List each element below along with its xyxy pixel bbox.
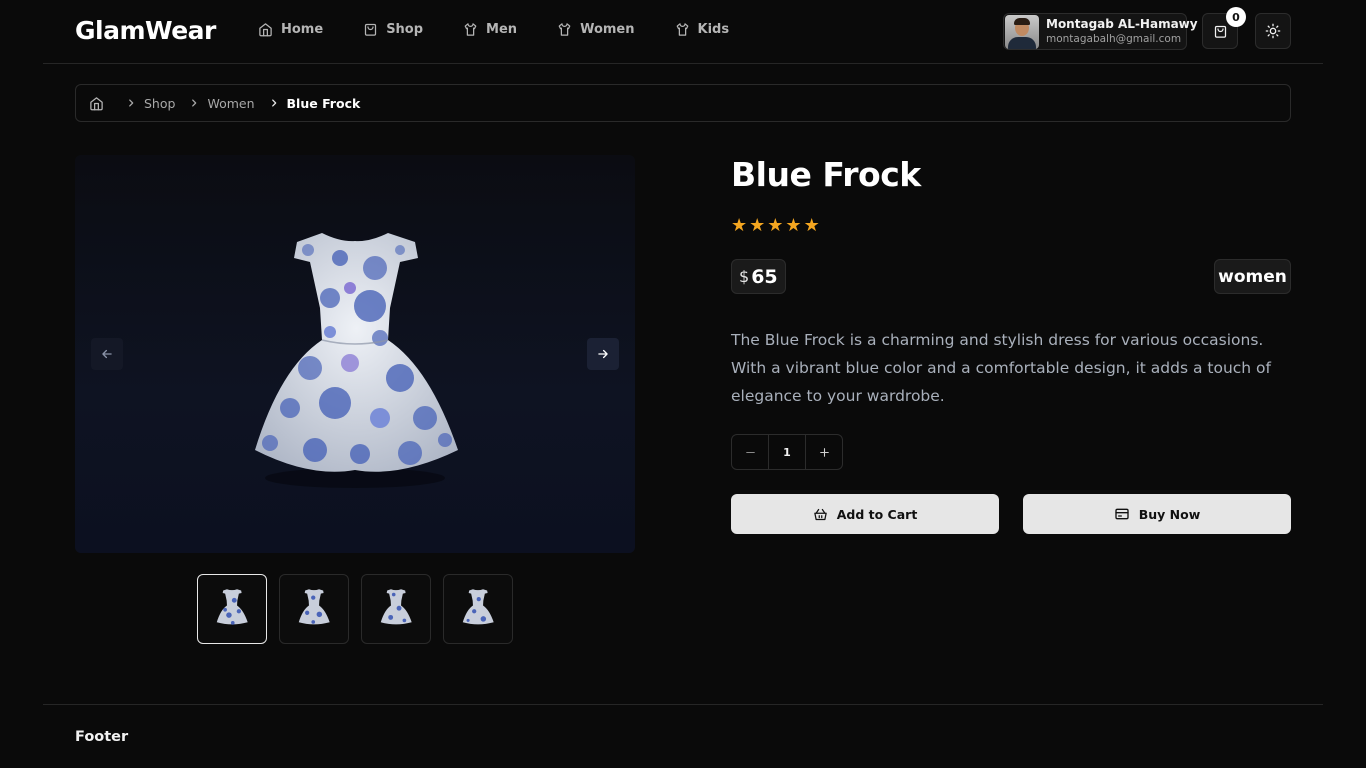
breadcrumb-home[interactable] — [89, 96, 112, 111]
home-icon — [259, 23, 272, 37]
quantity-value[interactable]: 1 — [768, 435, 806, 469]
arrow-right-icon — [598, 349, 608, 359]
main-nav: Home Shop Men Women Kids — [258, 22, 769, 37]
breadcrumb-item-shop[interactable]: Shop — [126, 96, 175, 111]
breadcrumb-current: Blue Frock — [269, 95, 361, 111]
arrow-left-icon — [102, 349, 112, 359]
site-header: GlamWear Home Shop Men Women Kids Montag… — [43, 0, 1323, 64]
cart-count-badge: 0 — [1226, 7, 1246, 27]
rating-stars: ★ ★ ★ ★ ★ — [731, 217, 822, 235]
thumbnail-list — [197, 574, 525, 644]
currency-symbol: $ — [739, 267, 750, 286]
thumbnail-image — [380, 589, 412, 625]
thumbnail-image — [462, 589, 494, 625]
home-icon — [90, 96, 103, 110]
chevron-right-icon — [129, 99, 134, 107]
user-email: montagabalh@gmail.com — [1046, 33, 1182, 45]
user-name: Montagab AL-Hamawy — [1046, 17, 1198, 31]
site-footer: Footer — [43, 704, 1323, 768]
nav-item-label: Men — [486, 22, 518, 37]
add-to-cart-button[interactable]: Add to Cart — [731, 494, 999, 534]
user-profile-card[interactable]: Montagab AL-Hamawy montagabalh@gmail.com — [1003, 13, 1198, 50]
product-title: Blue Frock — [731, 155, 921, 194]
chevron-right-icon — [271, 99, 276, 107]
thumbnail-image — [216, 589, 248, 625]
credit-card-icon — [1115, 508, 1129, 520]
nav-item-kids[interactable]: Kids — [675, 22, 730, 37]
breadcrumb-label: Shop — [144, 95, 176, 111]
site-logo[interactable]: GlamWear — [75, 16, 216, 45]
shopping-bag-icon — [365, 23, 377, 36]
chevron-right-icon — [192, 99, 197, 107]
star-icon: ★ — [803, 215, 820, 236]
breadcrumb-label: Blue Frock — [286, 95, 361, 111]
nav-item-label: Home — [281, 22, 324, 37]
carousel-next-button[interactable] — [587, 338, 619, 370]
star-icon: ★ — [749, 215, 766, 236]
nav-item-men[interactable]: Men — [463, 22, 517, 37]
minus-icon — [745, 451, 755, 453]
carousel-prev-button[interactable] — [91, 338, 123, 370]
star-icon: ★ — [767, 215, 784, 236]
increment-button[interactable] — [806, 435, 842, 469]
nav-item-home[interactable]: Home — [258, 22, 323, 37]
nav-item-shop[interactable]: Shop — [363, 22, 423, 37]
basket-icon — [813, 508, 827, 520]
shirt-icon — [676, 23, 688, 36]
nav-item-label: Kids — [697, 22, 730, 37]
quantity-stepper: 1 — [731, 434, 843, 470]
button-label: Add to Cart — [836, 506, 918, 522]
category-badge: women — [1214, 259, 1291, 294]
breadcrumb-item-women[interactable]: Women — [189, 95, 255, 111]
theme-toggle-button[interactable] — [1255, 13, 1291, 49]
button-label: Buy Now — [1138, 506, 1201, 522]
thumbnail[interactable] — [279, 574, 349, 644]
product-description: The Blue Frock is a charming and stylish… — [731, 331, 1271, 405]
thumbnail[interactable] — [443, 574, 513, 644]
thumbnail[interactable] — [197, 574, 267, 644]
star-icon: ★ — [785, 215, 802, 236]
nav-item-women[interactable]: Women — [557, 22, 635, 37]
thumbnail-image — [298, 589, 330, 625]
thumbnail[interactable] — [361, 574, 431, 644]
nav-item-label: Shop — [386, 22, 424, 37]
breadcrumb: Shop Women Blue Frock — [75, 84, 1291, 122]
price-value: 65 — [751, 265, 778, 288]
nav-item-label: Women — [580, 22, 635, 37]
product-image — [255, 233, 458, 488]
star-icon: ★ — [731, 215, 748, 236]
footer-text: Footer — [75, 729, 129, 745]
price-badge: $ 65 — [731, 259, 786, 294]
decrement-button[interactable] — [732, 435, 768, 469]
shopping-bag-icon — [1214, 25, 1226, 38]
buy-now-button[interactable]: Buy Now — [1023, 494, 1291, 534]
plus-icon — [819, 447, 829, 457]
breadcrumb-label: Women — [207, 95, 255, 111]
avatar — [1005, 15, 1039, 49]
sun-icon — [1265, 23, 1281, 39]
shirt-icon — [558, 23, 571, 36]
shirt-icon — [464, 23, 477, 36]
